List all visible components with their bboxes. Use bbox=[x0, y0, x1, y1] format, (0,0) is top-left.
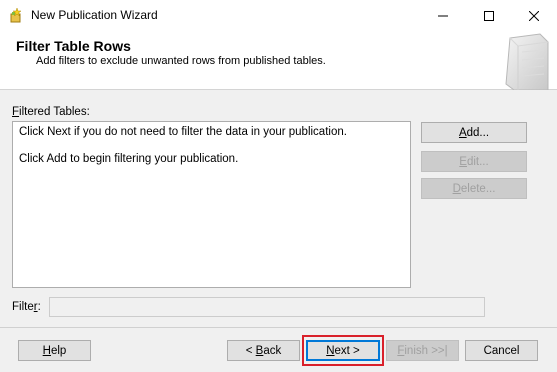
next-button[interactable]: Next > bbox=[306, 340, 380, 361]
minimize-button[interactable] bbox=[420, 0, 466, 31]
cancel-button[interactable]: Cancel bbox=[465, 340, 538, 361]
footer-separator bbox=[0, 327, 557, 328]
close-icon bbox=[529, 10, 539, 21]
back-button-accel: B bbox=[255, 344, 264, 357]
back-button[interactable]: < Back bbox=[227, 340, 300, 361]
finish-button-accel: F bbox=[397, 344, 405, 357]
page-subtitle: Add filters to exclude unwanted rows fro… bbox=[36, 55, 326, 67]
help-button[interactable]: Help bbox=[18, 340, 91, 361]
delete-button[interactable]: Delete... bbox=[421, 178, 527, 199]
list-hint-add: Click Add to begin filtering your public… bbox=[19, 153, 239, 165]
filtered-tables-label-text: iltered Tables: bbox=[19, 106, 90, 118]
help-button-label: elp bbox=[50, 344, 67, 357]
filter-label-post: : bbox=[37, 301, 41, 313]
close-button[interactable] bbox=[511, 0, 557, 31]
back-button-label: ack bbox=[263, 344, 282, 357]
filter-field[interactable] bbox=[49, 297, 485, 317]
edit-button-accel: E bbox=[459, 155, 467, 168]
title-bar: New Publication Wizard bbox=[0, 0, 557, 31]
wizard-header: Filter Table Rows Add filters to exclude… bbox=[0, 31, 557, 90]
filter-label: Filter: bbox=[12, 301, 41, 313]
add-button[interactable]: Add... bbox=[421, 122, 527, 143]
maximize-icon bbox=[484, 10, 494, 21]
filtered-tables-label-accel: F bbox=[12, 106, 20, 118]
edit-button-label: dit... bbox=[466, 155, 489, 168]
delete-button-accel: D bbox=[452, 182, 461, 195]
add-button-accel: A bbox=[458, 126, 467, 139]
next-button-label: ext > bbox=[334, 344, 360, 357]
delete-button-label: elete... bbox=[460, 182, 496, 195]
help-button-accel: H bbox=[42, 344, 51, 357]
back-button-prefix: < bbox=[245, 344, 256, 357]
next-button-accel: N bbox=[326, 344, 335, 357]
wizard-header-graphic bbox=[505, 33, 549, 90]
minimize-icon bbox=[438, 15, 448, 16]
finish-button-label: inish >>| bbox=[404, 344, 448, 357]
list-hint-next: Click Next if you do not need to filter … bbox=[19, 126, 347, 138]
maximize-button[interactable] bbox=[466, 0, 512, 31]
filter-label-pre: Filte bbox=[12, 301, 34, 313]
edit-button[interactable]: Edit... bbox=[421, 151, 527, 172]
window-title: New Publication Wizard bbox=[31, 8, 158, 22]
filtered-tables-list[interactable]: Click Next if you do not need to filter … bbox=[12, 121, 411, 288]
wizard-app-icon bbox=[10, 7, 22, 23]
finish-button[interactable]: Finish >>| bbox=[386, 340, 459, 361]
filtered-tables-label: Filtered Tables: bbox=[12, 106, 90, 118]
add-button-label: dd... bbox=[466, 126, 490, 139]
page-title: Filter Table Rows bbox=[16, 38, 131, 54]
